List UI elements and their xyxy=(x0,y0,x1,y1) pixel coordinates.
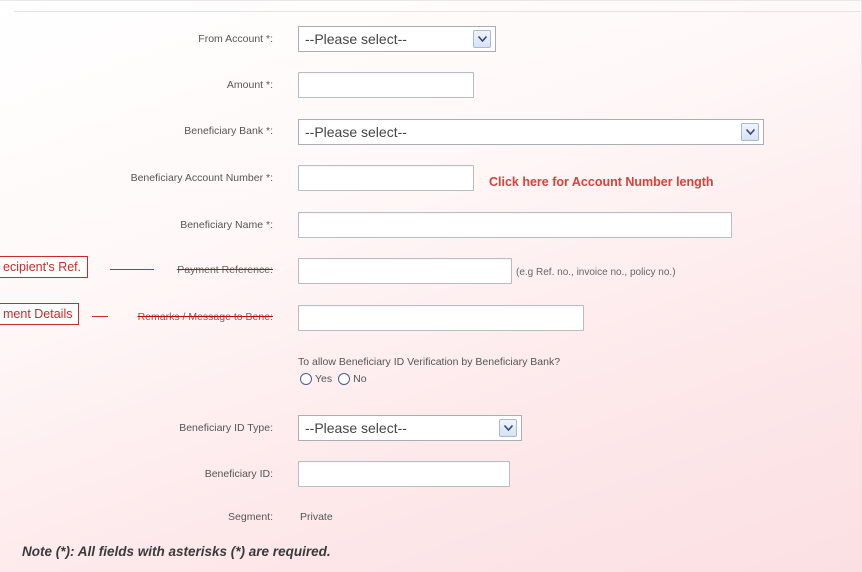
radio-no-label: No xyxy=(353,373,367,385)
beneficiary-id-label: Beneficiary ID: xyxy=(204,468,273,480)
from-account-label: From Account *: xyxy=(198,33,273,45)
radio-no[interactable] xyxy=(338,373,351,385)
beneficiary-id-type-select[interactable]: --Please select-- xyxy=(298,415,522,441)
recipients-ref-callout: ecipient's Ref. xyxy=(0,256,89,278)
payment-details-callout: ment Details xyxy=(0,303,80,325)
id-verification-radio-group: Yes No xyxy=(300,373,373,385)
transfer-form-page: From Account *: --Please select-- Amount… xyxy=(0,0,862,572)
recipients-ref-connector xyxy=(110,269,154,270)
amount-input[interactable] xyxy=(298,72,474,98)
from-account-value: --Please select-- xyxy=(305,31,407,47)
beneficiary-name-input[interactable] xyxy=(298,212,732,238)
radio-yes-label: Yes xyxy=(315,373,333,385)
remarks-input[interactable] xyxy=(298,305,584,331)
remarks-label: Remarks / Message to Bene: xyxy=(137,311,273,323)
beneficiary-bank-label: Beneficiary Bank *: xyxy=(184,125,273,137)
id-verification-no-option[interactable]: No xyxy=(338,373,367,385)
radio-yes[interactable] xyxy=(300,373,312,385)
segment-label: Segment: xyxy=(228,511,273,523)
chevron-down-icon[interactable] xyxy=(473,30,491,48)
amount-label: Amount *: xyxy=(226,79,273,91)
id-verification-question: To allow Beneficiary ID Verification by … xyxy=(298,356,561,368)
id-verification-yes-option[interactable]: Yes xyxy=(300,373,332,385)
beneficiary-id-type-label: Beneficiary ID Type: xyxy=(179,422,273,434)
payment-reference-label: Payment Reference: xyxy=(177,264,273,276)
required-fields-note: Note (*): All fields with asterisks (*) … xyxy=(22,544,331,559)
account-number-length-link[interactable]: Click here for Account Number length xyxy=(489,175,714,189)
chevron-down-icon[interactable] xyxy=(741,123,759,141)
beneficiary-name-label: Beneficiary Name *: xyxy=(180,219,273,231)
from-account-select[interactable]: --Please select-- xyxy=(298,26,496,52)
beneficiary-id-input[interactable] xyxy=(298,461,510,487)
beneficiary-id-type-value: --Please select-- xyxy=(305,420,407,436)
beneficiary-bank-value: --Please select-- xyxy=(305,124,407,140)
segment-value: Private xyxy=(300,511,333,523)
payment-reference-hint: (e.g Ref. no., invoice no., policy no.) xyxy=(516,267,676,278)
chevron-down-icon[interactable] xyxy=(499,419,517,437)
beneficiary-bank-select[interactable]: --Please select-- xyxy=(298,119,764,145)
payment-details-connector xyxy=(92,316,108,317)
payment-reference-input[interactable] xyxy=(298,258,512,284)
beneficiary-account-number-label: Beneficiary Account Number *: xyxy=(130,172,273,184)
beneficiary-account-number-input[interactable] xyxy=(298,165,474,191)
